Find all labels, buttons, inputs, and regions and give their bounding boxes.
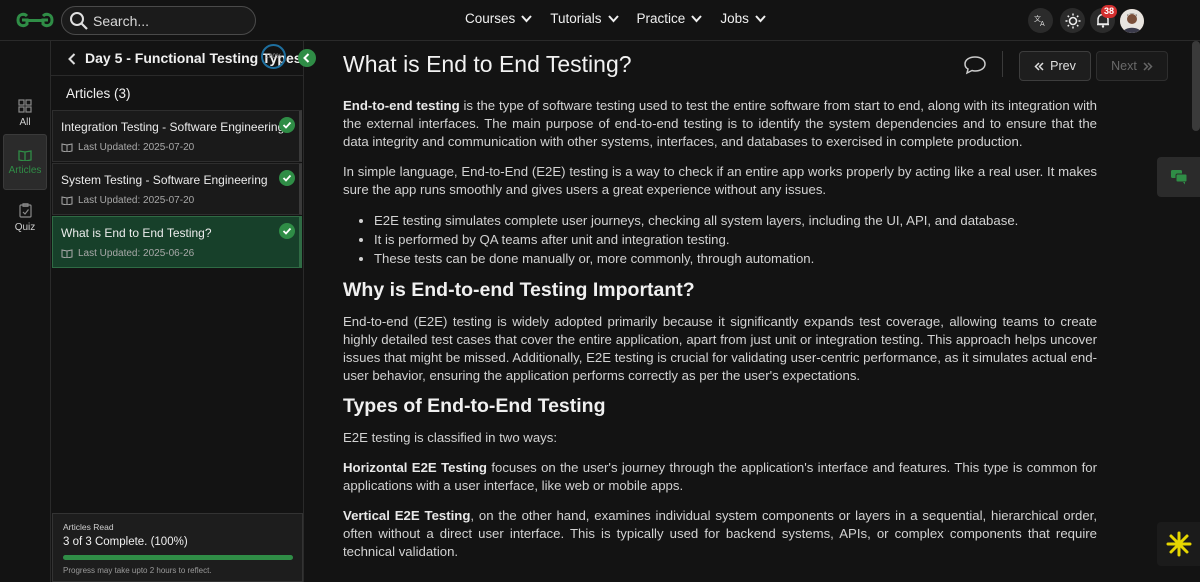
article-title: Integration Testing - Software Engineeri… [61,120,285,134]
chat-bubbles-icon [1170,170,1187,185]
book-icon [61,249,73,258]
next-label: Next [1111,59,1137,73]
paragraph: In simple language, End-to-End (E2E) tes… [343,164,1097,197]
translate-button[interactable]: 文A [1028,8,1053,33]
article-date: Last Updated: 2025-06-26 [78,248,195,259]
left-rail: All Articles Quiz [0,41,51,582]
section-heading: Types of End-to-End Testing [343,395,606,417]
rail-item-quiz[interactable]: Quiz [3,190,47,246]
notification-badge: 38 [1101,5,1117,18]
rail-item-articles[interactable]: Articles [3,134,47,190]
paragraph: Vertical E2E Testing, on the other hand,… [343,507,1097,561]
chevron-down-icon [755,14,766,22]
read-progress-fill [63,555,293,560]
progress-ring: 100% [261,44,286,69]
book-icon [61,143,73,152]
book-icon [18,149,32,161]
next-button[interactable]: Next [1096,51,1168,81]
article-date: Last Updated: 2025-07-20 [78,142,195,153]
check-circle-icon [279,170,295,186]
main-nav: Courses Tutorials Practice Jobs [465,11,766,26]
chevron-down-icon [691,14,703,22]
prev-label: Prev [1050,59,1076,73]
article-date: Last Updated: 2025-07-20 [78,195,195,206]
rail-label: Articles [8,164,42,176]
sparkle-icon [1166,531,1191,557]
sun-icon [1065,13,1080,28]
theme-toggle-button[interactable] [1060,8,1085,33]
check-circle-icon [279,223,295,239]
nav-label: Jobs [720,11,749,26]
clipboard-icon [18,203,32,218]
article-title: What is End to End Testing? [61,226,212,240]
paragraph: E2E testing is classified in two ways: [343,430,558,445]
section-heading: Why is End-to-end Testing Important? [343,279,695,301]
read-count: 3 of 3 Complete. (100%) [63,536,188,548]
comment-icon[interactable] [963,55,987,75]
search-bar[interactable] [61,6,256,35]
term-bold: End-to-end testing [343,98,460,113]
read-progress-bar [63,555,293,560]
nav-jobs[interactable]: Jobs [720,11,766,26]
articles-read-panel: Articles Read 3 of 3 Complete. (100%) Pr… [52,513,303,582]
article-card[interactable]: Integration Testing - Software Engineeri… [52,110,302,162]
gfg-logo-icon[interactable] [15,9,55,31]
chevron-down-icon [607,14,619,22]
chevron-left-icon[interactable] [68,53,76,65]
article-title: System Testing - Software Engineering [61,173,268,187]
bullet-list: E2E testing simulates complete user jour… [374,211,1097,268]
articles-heading: Articles (3) [66,86,131,101]
translate-icon: 文A [1034,14,1045,27]
avatar-icon [1120,9,1144,33]
read-label: Articles Read [63,522,114,532]
rail-label: All [19,116,31,128]
scrollbar[interactable] [1192,41,1200,131]
nav-practice[interactable]: Practice [637,11,703,26]
list-item: It is performed by QA teams after unit a… [374,230,1097,249]
search-icon [70,12,88,30]
article-list: Integration Testing - Software Engineeri… [52,110,302,269]
chevron-down-icon [521,14,533,22]
article-meta: Last Updated: 2025-07-20 [61,142,194,153]
nav-label: Practice [636,11,686,26]
nav-courses[interactable]: Courses [465,11,533,26]
list-item: These tests can be done manually or, mor… [374,249,1097,268]
sidebar-header: Day 5 - Functional Testing Types 100% [51,41,304,76]
svg-text:A: A [1040,21,1045,27]
double-chevron-right-icon [1143,61,1153,71]
term-bold: Vertical E2E Testing [343,508,471,523]
rail-label: Quiz [14,222,36,233]
assistant-widget-button[interactable] [1157,522,1200,566]
list-item: E2E testing simulates complete user jour… [374,211,1097,230]
grid-icon [18,98,32,113]
nav-label: Tutorials [550,11,602,26]
rail-item-all[interactable]: All [3,85,47,141]
paragraph: End-to-end (E2E) testing is widely adopt… [343,314,1097,383]
check-circle-icon [279,117,295,133]
article-panel: What is End to End Testing? Prev Next En… [305,41,1200,582]
divider [1002,51,1003,77]
term-bold: Horizontal E2E Testing [343,460,487,475]
article-card[interactable]: System Testing - Software Engineering La… [52,163,302,215]
article-card-active[interactable]: What is End to End Testing? Last Updated… [52,216,302,268]
page-title: What is End to End Testing? [343,51,632,77]
paragraph: Horizontal E2E Testing focuses on the us… [343,459,1097,495]
search-input[interactable] [93,11,243,31]
article-meta: Last Updated: 2025-06-26 [61,248,194,259]
read-note: Progress may take upto 2 hours to reflec… [63,566,212,575]
chat-widget-button[interactable] [1157,157,1200,197]
double-chevron-left-icon [1034,61,1044,71]
article-meta: Last Updated: 2025-07-20 [61,195,194,206]
prev-button[interactable]: Prev [1019,51,1091,81]
article-body: End-to-end testing is the type of softwa… [343,97,1097,573]
nav-label: Courses [465,11,516,26]
avatar[interactable] [1120,9,1144,33]
nav-tutorials[interactable]: Tutorials [550,11,619,26]
intro-paragraph: End-to-end testing is the type of softwa… [343,97,1097,151]
book-icon [61,196,73,205]
top-navbar: Courses Tutorials Practice Jobs 文A 38 [0,0,1200,41]
